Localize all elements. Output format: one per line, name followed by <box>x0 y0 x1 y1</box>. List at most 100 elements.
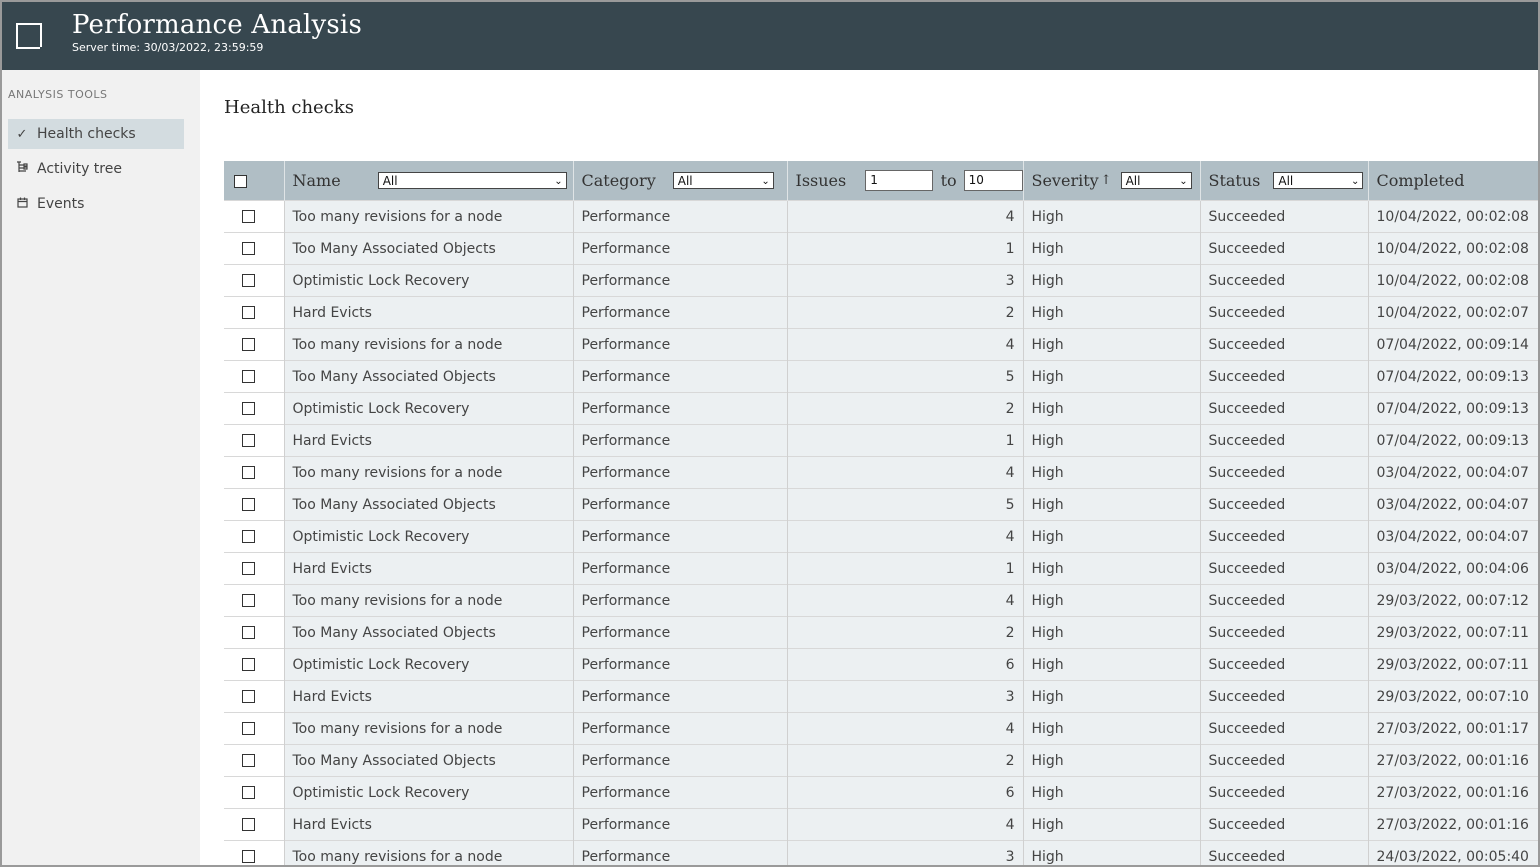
row-checkbox[interactable] <box>242 306 255 319</box>
table-row[interactable]: Too many revisions for a node Performance… <box>224 200 1538 233</box>
cell-severity: High <box>1022 680 1200 713</box>
app-logo-icon[interactable] <box>16 23 44 51</box>
cell-issues: 2 <box>786 616 1023 649</box>
cell-severity: High <box>1022 360 1200 393</box>
chevron-down-icon: ⌄ <box>554 176 563 187</box>
table-row[interactable]: Hard Evicts Performance 3 High Succeeded 29/0… <box>224 680 1538 713</box>
app-title: Performance Analysis <box>72 10 362 40</box>
cell-name: Too many revisions for a node <box>283 584 573 617</box>
row-checkbox[interactable] <box>242 370 255 383</box>
column-header-completed[interactable]: Completed <box>1367 161 1538 201</box>
table-row[interactable]: Optimistic Lock Recovery Performance 6 High… <box>224 648 1538 681</box>
row-checkbox[interactable] <box>242 658 255 671</box>
cell-name: Hard Evicts <box>283 680 573 713</box>
cell-status: Succeeded <box>1199 520 1368 553</box>
table-row[interactable]: Optimistic Lock Recovery Performance 3 High… <box>224 264 1538 297</box>
row-checkbox[interactable] <box>242 626 255 639</box>
table-row[interactable]: Too Many Associated Objects Performance 2 H… <box>224 744 1538 777</box>
table-row[interactable]: Optimistic Lock Recovery Performance 6 High… <box>224 776 1538 809</box>
health-checks-table: Name All ⌄ Category All ⌄ Issues 1 to 10… <box>224 161 1538 865</box>
row-checkbox[interactable] <box>242 466 255 479</box>
status-filter-value: All <box>1278 174 1294 188</box>
row-checkbox[interactable] <box>242 562 255 575</box>
column-label-issues: Issues <box>795 171 847 190</box>
table-row[interactable]: Hard Evicts Performance 4 High Succeeded 27/0… <box>224 808 1538 841</box>
cell-issues: 1 <box>786 424 1023 457</box>
row-checkbox[interactable] <box>242 690 255 703</box>
row-select-cell <box>224 232 284 265</box>
cell-name: Too Many Associated Objects <box>283 232 573 265</box>
cell-category: Performance <box>572 200 787 233</box>
table-row[interactable]: Hard Evicts Performance 1 High Succeeded 07/0… <box>224 424 1538 457</box>
cell-name: Optimistic Lock Recovery <box>283 648 573 681</box>
column-header-name[interactable]: Name All ⌄ <box>283 161 573 201</box>
cell-completed: 29/03/2022, 00:07:11 <box>1367 648 1538 681</box>
select-all-checkbox[interactable] <box>234 175 247 188</box>
issues-min-input[interactable]: 1 <box>865 170 933 191</box>
row-checkbox[interactable] <box>242 498 255 511</box>
cell-issues: 5 <box>786 360 1023 393</box>
column-label-severity: Severity <box>1031 171 1099 190</box>
row-checkbox[interactable] <box>242 722 255 735</box>
cell-completed: 07/04/2022, 00:09:14 <box>1367 328 1538 361</box>
cell-category: Performance <box>572 520 787 553</box>
sidebar-item-health-checks[interactable]: ✓ Health checks <box>8 119 184 149</box>
table-row[interactable]: Too many revisions for a node Performance… <box>224 712 1538 745</box>
table-row[interactable]: Hard Evicts Performance 1 High Succeeded 03/0… <box>224 552 1538 585</box>
category-filter-select[interactable]: All ⌄ <box>672 172 774 189</box>
row-checkbox[interactable] <box>242 530 255 543</box>
column-header-category[interactable]: Category All ⌄ <box>572 161 787 201</box>
cell-status: Succeeded <box>1199 680 1368 713</box>
table-row[interactable]: Hard Evicts Performance 2 High Succeeded 10/0… <box>224 296 1538 329</box>
table-row[interactable]: Too Many Associated Objects Performance 2 H… <box>224 616 1538 649</box>
column-header-severity[interactable]: Severity ↑ All ⌄ <box>1022 161 1200 201</box>
row-checkbox[interactable] <box>242 786 255 799</box>
table-row[interactable]: Too many revisions for a node Performance… <box>224 456 1538 489</box>
check-icon: ✓ <box>16 126 28 142</box>
cell-name: Hard Evicts <box>283 424 573 457</box>
row-checkbox[interactable] <box>242 274 255 287</box>
status-filter-select[interactable]: All ⌄ <box>1273 172 1364 189</box>
cell-status: Succeeded <box>1199 392 1368 425</box>
cell-name: Hard Evicts <box>283 808 573 841</box>
sidebar-item-events[interactable]: Events <box>8 189 184 219</box>
table-row[interactable]: Optimistic Lock Recovery Performance 2 High… <box>224 392 1538 425</box>
table-row[interactable]: Optimistic Lock Recovery Performance 4 High… <box>224 520 1538 553</box>
cell-severity: High <box>1022 200 1200 233</box>
category-filter-value: All <box>677 174 693 188</box>
row-checkbox[interactable] <box>242 338 255 351</box>
table-row[interactable]: Too Many Associated Objects Performance 5 H… <box>224 488 1538 521</box>
row-checkbox[interactable] <box>242 754 255 767</box>
row-checkbox[interactable] <box>242 818 255 831</box>
cell-issues: 3 <box>786 840 1023 865</box>
row-checkbox[interactable] <box>242 242 255 255</box>
column-header-issues[interactable]: Issues 1 to 10 <box>786 161 1023 201</box>
table-row[interactable]: Too Many Associated Objects Performance 5 H… <box>224 360 1538 393</box>
severity-filter-select[interactable]: All ⌄ <box>1120 172 1192 189</box>
cell-status: Succeeded <box>1199 552 1368 585</box>
cell-completed: 07/04/2022, 00:09:13 <box>1367 424 1538 457</box>
cell-status: Succeeded <box>1199 648 1368 681</box>
row-checkbox[interactable] <box>242 210 255 223</box>
calendar-icon <box>14 197 30 212</box>
table-row[interactable]: Too many revisions for a node Performance… <box>224 328 1538 361</box>
issues-max-input[interactable]: 10 <box>963 170 1023 191</box>
cell-issues: 3 <box>786 680 1023 713</box>
name-filter-value: All <box>382 174 398 188</box>
table-row[interactable]: Too many revisions for a node Performance… <box>224 840 1538 865</box>
name-filter-select[interactable]: All ⌄ <box>377 172 567 189</box>
table-row[interactable]: Too Many Associated Objects Performance 1 H… <box>224 232 1538 265</box>
row-checkbox[interactable] <box>242 850 255 863</box>
row-checkbox[interactable] <box>242 594 255 607</box>
row-checkbox[interactable] <box>242 434 255 447</box>
cell-issues: 2 <box>786 392 1023 425</box>
cell-issues: 1 <box>786 552 1023 585</box>
cell-completed: 07/04/2022, 00:09:13 <box>1367 392 1538 425</box>
sidebar-item-activity-tree[interactable]: Activity tree <box>8 154 184 184</box>
row-checkbox[interactable] <box>242 402 255 415</box>
cell-completed: 03/04/2022, 00:04:07 <box>1367 520 1538 553</box>
sort-ascending-icon[interactable]: ↑ <box>1101 173 1112 188</box>
table-row[interactable]: Too many revisions for a node Performance… <box>224 584 1538 617</box>
cell-issues: 4 <box>786 808 1023 841</box>
column-header-status[interactable]: Status All ⌄ <box>1199 161 1368 201</box>
